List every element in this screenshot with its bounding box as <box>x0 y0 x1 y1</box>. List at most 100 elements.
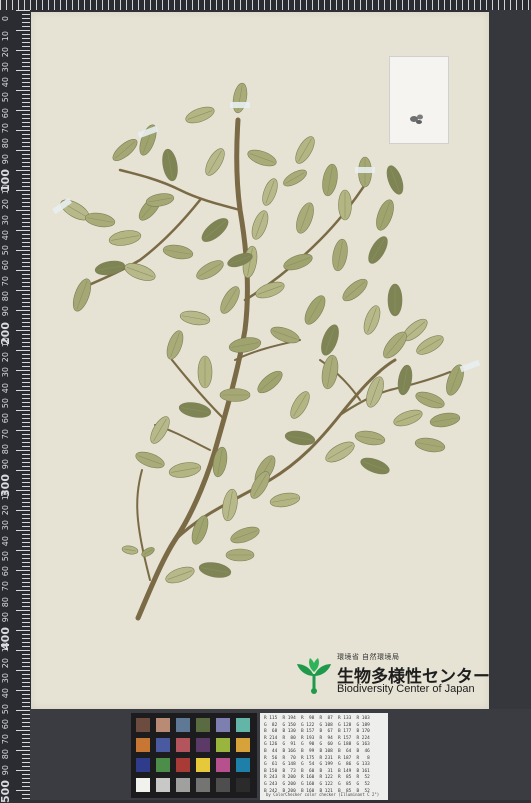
leaf <box>393 409 423 427</box>
institution-logo: 環境省 自然環境局 生物多様性センター Biodiversity Center … <box>295 652 490 698</box>
leaf <box>219 388 251 402</box>
color-swatch <box>156 738 170 752</box>
leaf <box>332 238 348 272</box>
leaf <box>220 286 240 314</box>
leaf <box>342 278 368 302</box>
leaf <box>262 178 278 206</box>
leaf <box>198 562 232 578</box>
color-swatch <box>236 758 250 772</box>
leaf <box>251 210 269 240</box>
leaf <box>197 355 213 389</box>
leaf <box>162 148 178 182</box>
color-card-row: R 243 R 200 R 160 R 122 R 85 R 52 <box>264 775 370 781</box>
leaf <box>165 566 195 584</box>
color-reference-card: by ColorChecker color checker (Illuminan… <box>260 713 388 800</box>
leaf <box>179 310 211 326</box>
leaf <box>185 106 215 124</box>
leaf <box>112 139 138 161</box>
leaf <box>205 148 225 176</box>
mounting-tape <box>230 102 250 108</box>
leaf <box>124 263 156 281</box>
leaf <box>368 236 388 264</box>
leaf <box>232 82 248 114</box>
leaf <box>397 364 413 396</box>
leaf <box>162 244 194 260</box>
leaf <box>222 488 238 522</box>
leaf <box>178 402 212 418</box>
institution-name-en: Biodiversity Center of Japan <box>337 683 475 695</box>
sprout-logo-icon <box>297 658 331 694</box>
leaf <box>304 295 326 325</box>
color-swatch <box>136 718 150 732</box>
color-card-row: G 126 G 91 G 90 G 60 G 188 G 163 <box>264 742 370 748</box>
mounting-tape <box>355 167 375 173</box>
specimen-leaves <box>60 82 464 584</box>
leaf <box>415 391 445 409</box>
leaf <box>191 515 209 545</box>
leaf <box>168 462 202 478</box>
color-swatch <box>236 778 250 792</box>
leaf <box>363 305 381 335</box>
color-card-row: G 61 G 148 G 54 G 199 G 86 G 133 <box>264 762 370 768</box>
leaf <box>72 278 92 312</box>
leaf <box>225 548 255 562</box>
color-card-row: B 242 B 200 B 160 B 121 B 85 B 52 <box>264 788 370 794</box>
leaf <box>296 202 314 234</box>
color-checker <box>131 713 257 798</box>
color-swatch <box>216 758 230 772</box>
leaf <box>257 370 283 394</box>
color-swatch <box>176 718 190 732</box>
leaf <box>321 354 339 390</box>
leaf <box>230 526 260 544</box>
leaf <box>321 324 339 356</box>
color-card-row: G 243 G 200 G 160 G 122 G 85 G 52 <box>264 782 370 787</box>
stem <box>136 469 151 581</box>
mounting-tape <box>459 359 481 373</box>
color-card-row: B 68 B 130 B 157 B 67 B 177 B 170 <box>264 729 370 735</box>
leaf <box>360 457 390 475</box>
color-swatch <box>176 778 190 792</box>
leaf <box>283 169 307 187</box>
leaf <box>322 163 338 197</box>
color-swatch <box>136 758 150 772</box>
leaf <box>108 230 142 246</box>
leaf <box>325 441 355 463</box>
leaf <box>121 545 139 555</box>
ministry-label: 環境省 自然環境局 <box>337 654 400 661</box>
color-swatch <box>236 738 250 752</box>
stem <box>118 168 242 212</box>
leaf <box>295 136 315 164</box>
leaf <box>284 430 316 446</box>
leaf <box>247 149 277 167</box>
leaf <box>387 283 403 317</box>
color-swatch <box>136 778 150 792</box>
leaf <box>383 331 407 359</box>
color-swatch <box>196 778 210 792</box>
color-swatch <box>216 718 230 732</box>
leaf <box>166 330 184 360</box>
color-card-row: R 115 R 194 R 98 R 87 R 133 R 103 <box>264 716 370 721</box>
leaf <box>269 492 301 508</box>
color-swatch <box>176 738 190 752</box>
color-swatch <box>136 738 150 752</box>
color-swatch <box>216 738 230 752</box>
leaf <box>386 165 404 195</box>
color-swatch <box>156 758 170 772</box>
color-card-row: B 44 B 166 B 99 B 108 B 64 B 46 <box>264 749 370 754</box>
leaf <box>429 412 461 428</box>
color-swatch <box>196 738 210 752</box>
color-swatch <box>236 718 250 732</box>
leaf <box>414 437 446 453</box>
leaf <box>201 218 229 242</box>
leaf <box>354 430 386 446</box>
leaf <box>338 189 352 221</box>
leaf <box>290 391 310 419</box>
leaf <box>196 260 224 280</box>
leaf <box>94 260 126 276</box>
color-swatch <box>196 718 210 732</box>
color-swatch <box>176 758 190 772</box>
color-swatch <box>156 778 170 792</box>
leaf <box>135 451 165 469</box>
leaf <box>376 199 394 231</box>
color-swatch <box>196 758 210 772</box>
